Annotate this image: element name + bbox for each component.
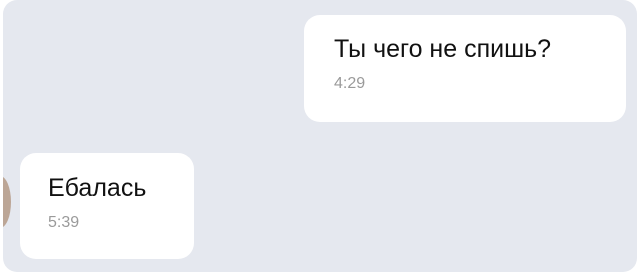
contact-avatar[interactable] [3,176,11,228]
message-timestamp: 5:39 [48,214,80,231]
message-bubble-outgoing[interactable]: Ты чего не спишь? 4:29 [304,15,626,122]
message-text: Ты чего не спишь? [334,35,552,63]
message-text: Ебалась [48,174,147,202]
message-bubble-incoming[interactable]: Ебалась 5:39 [20,153,194,259]
chat-area: Ты чего не спишь? 4:29 Ебалась 5:39 [3,0,637,272]
message-timestamp: 4:29 [334,75,366,92]
